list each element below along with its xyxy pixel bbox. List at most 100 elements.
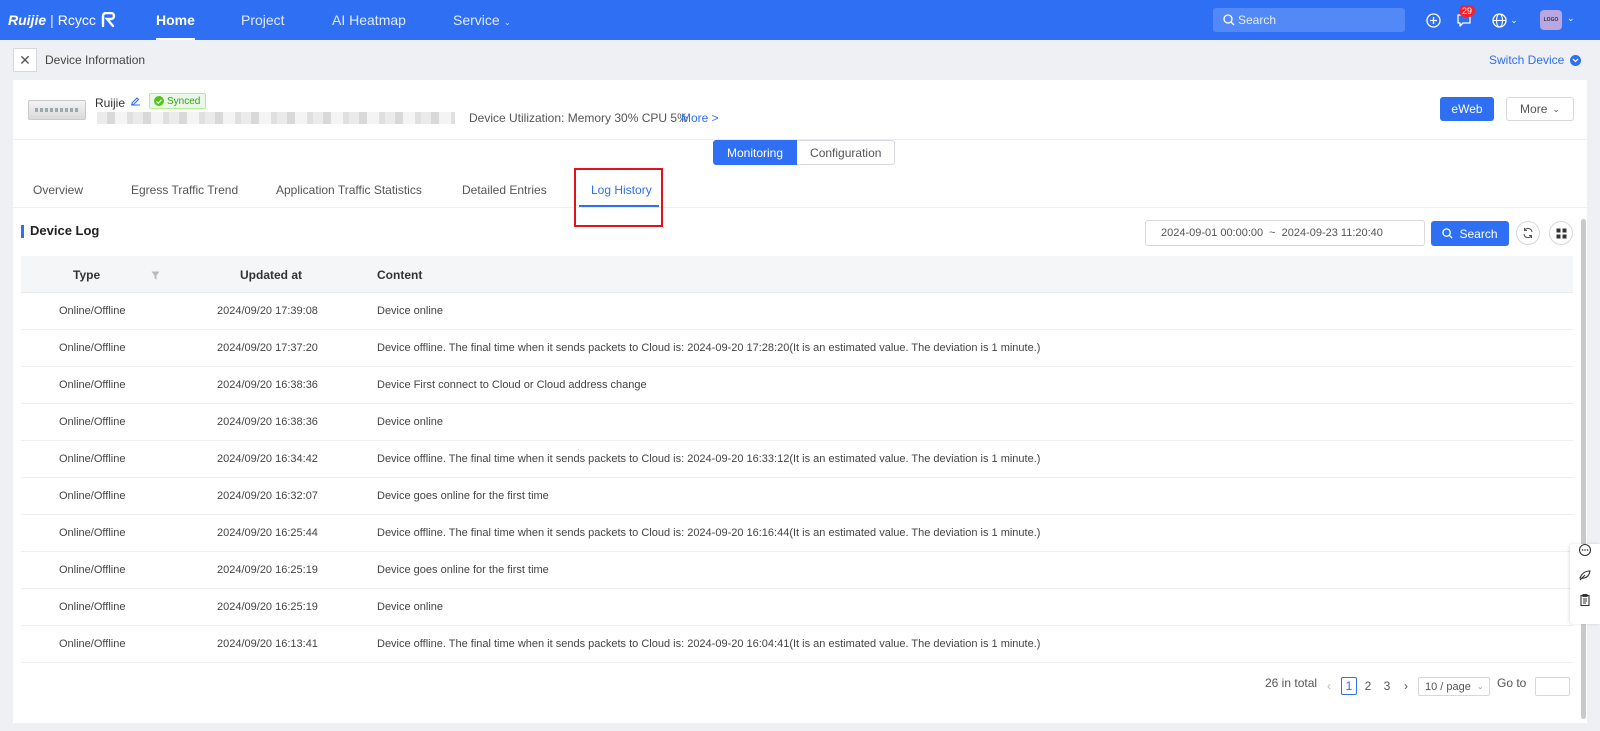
cell-content: Device goes online for the first time	[377, 564, 549, 576]
search-button-label: Search	[1459, 226, 1498, 241]
table-header: Type Updated at Content	[21, 256, 1573, 293]
pagination-total: 26 in total	[1265, 676, 1318, 690]
avatar[interactable]: LOGO	[1540, 10, 1562, 30]
nav-ai-heatmap[interactable]: AI Heatmap	[332, 0, 406, 40]
redacted-device-info	[97, 112, 455, 124]
page-2[interactable]: 2	[1360, 677, 1376, 695]
cell-updated-at: 2024/09/20 17:39:08	[217, 305, 318, 317]
cell-updated-at: 2024/09/20 17:37:20	[217, 342, 318, 354]
column-header-updated-at: Updated at	[240, 268, 303, 282]
chevron-down-circle-icon	[1570, 54, 1582, 66]
section-accent-bar	[21, 225, 24, 238]
monitoring-button[interactable]: Monitoring	[713, 140, 798, 165]
chevron-down-icon: ⌄	[1476, 682, 1484, 691]
edit-icon[interactable]	[130, 95, 141, 109]
add-circle-icon[interactable]	[1424, 11, 1442, 29]
cell-updated-at: 2024/09/20 16:32:07	[217, 490, 318, 502]
chevron-left-icon[interactable]: ‹	[1321, 677, 1337, 695]
global-search[interactable]	[1213, 8, 1405, 32]
nav-service[interactable]: Service ⌄	[453, 0, 511, 40]
cell-content: Device goes online for the first time	[377, 490, 549, 502]
cell-updated-at: 2024/09/20 16:34:42	[217, 453, 318, 465]
chevron-down-icon: ⌄	[1552, 103, 1560, 114]
sync-status-label: Synced	[167, 95, 201, 107]
cell-type: Online/Offline	[59, 527, 126, 539]
cell-updated-at: 2024/09/20 16:25:19	[217, 564, 318, 576]
logo-separator: |	[50, 12, 54, 28]
section-title: Device Log	[30, 223, 100, 238]
cell-type: Online/Offline	[59, 490, 126, 502]
table-row: Online/Offline 2024/09/20 16:13:41 Devic…	[21, 626, 1573, 663]
cell-updated-at: 2024/09/20 16:38:36	[217, 416, 318, 428]
cell-content: Device offline. The final time when it s…	[377, 638, 1041, 650]
close-button[interactable]: ✕	[13, 48, 37, 72]
table-row: Online/Offline 2024/09/20 16:25:44 Devic…	[21, 515, 1573, 552]
cell-content: Device offline. The final time when it s…	[377, 342, 1041, 354]
cell-content: Device offline. The final time when it s…	[377, 453, 1041, 465]
table-row: Online/Offline 2024/09/20 16:25:19 Devic…	[21, 589, 1573, 626]
cell-content: Device First connect to Cloud or Cloud a…	[377, 379, 647, 391]
filter-icon[interactable]	[151, 269, 160, 283]
chevron-down-icon: ⌄	[1510, 14, 1518, 25]
page-3[interactable]: 3	[1379, 677, 1395, 695]
tabs-divider	[13, 207, 1587, 208]
tab-egress-traffic-trend[interactable]: Egress Traffic Trend	[131, 183, 238, 197]
tab-detailed-entries[interactable]: Detailed Entries	[462, 183, 547, 197]
chevron-right-icon[interactable]: ›	[1398, 677, 1414, 695]
cell-type: Online/Offline	[59, 638, 126, 650]
page-title: Device Information	[45, 53, 146, 67]
nav-home[interactable]: Home	[156, 0, 195, 40]
refresh-button[interactable]	[1516, 221, 1540, 245]
scrollbar[interactable]	[1581, 219, 1586, 719]
cell-type: Online/Offline	[59, 379, 126, 391]
table-row: Online/Offline 2024/09/20 17:39:08 Devic…	[21, 293, 1573, 330]
top-navigation-bar: Ruijie | Rcycc Home Project AI Heatmap S…	[0, 0, 1600, 40]
logo-brand: Ruijie	[8, 12, 47, 28]
page-1[interactable]: 1	[1341, 677, 1357, 695]
device-utilization: Device Utilization: Memory 30% CPU 5%	[469, 111, 688, 125]
tab-application-traffic-statistics[interactable]: Application Traffic Statistics	[276, 183, 422, 197]
search-button[interactable]: Search	[1431, 221, 1509, 246]
ruijie-logo[interactable]: Ruijie | Rcycc	[8, 9, 117, 31]
global-search-input[interactable]	[1238, 13, 1398, 27]
column-header-type: Type	[73, 268, 101, 282]
column-header-content: Content	[377, 268, 423, 282]
cell-updated-at: 2024/09/20 16:38:36	[217, 379, 318, 391]
nav-service-label: Service	[453, 12, 500, 28]
nav-project[interactable]: Project	[241, 0, 285, 40]
cell-updated-at: 2024/09/20 16:13:41	[217, 638, 318, 650]
chat-support-icon[interactable]	[1577, 542, 1593, 558]
date-to: 2024-09-23 11:20:40	[1281, 227, 1383, 239]
clipboard-icon[interactable]	[1577, 592, 1593, 608]
goto-label: Go to	[1497, 676, 1527, 690]
switch-device-link[interactable]: Switch Device	[1489, 53, 1582, 67]
cell-type: Online/Offline	[59, 416, 126, 428]
search-icon	[1442, 228, 1454, 239]
search-icon	[1223, 14, 1235, 26]
chevron-down-icon: ⌄	[503, 17, 512, 27]
language-selector[interactable]: ⌄	[1490, 11, 1520, 29]
mode-toggle: Monitoring Configuration	[713, 140, 896, 165]
goto-page-input[interactable]	[1535, 677, 1570, 696]
table-row: Online/Offline 2024/09/20 16:25:19 Devic…	[21, 552, 1573, 589]
eweb-button[interactable]: eWeb	[1440, 97, 1494, 121]
message-count-badge: 29	[1459, 5, 1476, 17]
more-details-link[interactable]: More >	[681, 111, 719, 125]
device-name: Ruijie	[95, 96, 126, 110]
switch-device-label: Switch Device	[1489, 53, 1565, 67]
table-row: Online/Offline 2024/09/20 16:32:07 Devic…	[21, 478, 1573, 515]
sync-status-badge: Synced	[149, 93, 207, 109]
more-button[interactable]: More ⌄	[1506, 97, 1574, 121]
page-size-select[interactable]: 10 / page ⌄	[1418, 677, 1490, 696]
feedback-icon[interactable]	[1577, 567, 1593, 583]
tab-overview[interactable]: Overview	[33, 183, 83, 197]
date-range-picker[interactable]: 2024-09-01 00:00:00 ~ 2024-09-23 11:20:4…	[1145, 220, 1425, 246]
grid-view-button[interactable]	[1549, 221, 1573, 245]
avatar-chevron-down-icon[interactable]: ⌄	[1567, 13, 1575, 24]
side-toolbar	[1570, 542, 1600, 624]
configuration-button[interactable]: Configuration	[797, 140, 896, 165]
cell-type: Online/Offline	[59, 564, 126, 576]
table-row: Online/Offline 2024/09/20 16:38:36 Devic…	[21, 367, 1573, 404]
cell-content: Device online	[377, 601, 444, 613]
highlight-annotation-box	[574, 168, 663, 227]
